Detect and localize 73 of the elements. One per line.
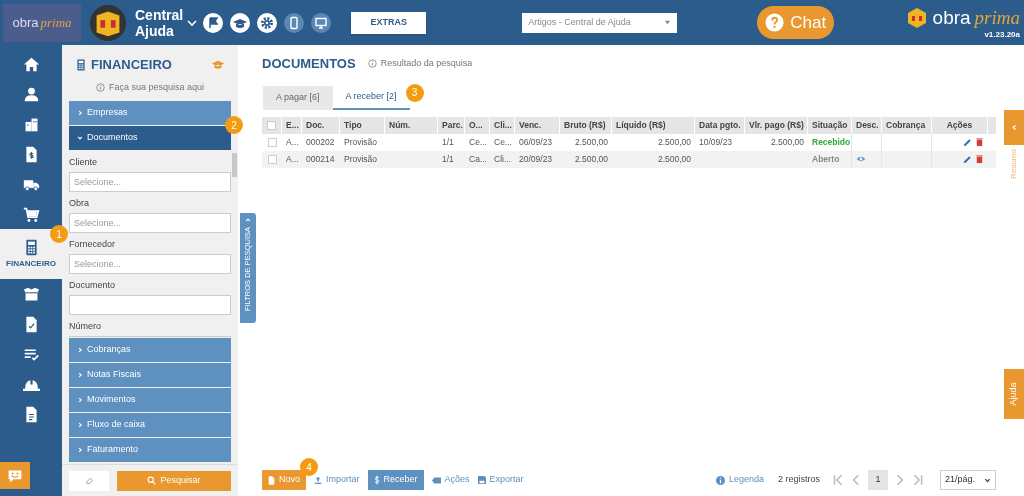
column-header[interactable]: Cobrança bbox=[882, 116, 932, 134]
column-header[interactable]: Data pgto. bbox=[695, 116, 745, 134]
hint-text: Faça sua pesquisa aqui bbox=[108, 80, 205, 94]
column-header[interactable]: Doc. bbox=[302, 116, 340, 134]
status-text: Recebido bbox=[812, 135, 851, 149]
table-cell: 2.500,00 bbox=[657, 135, 691, 149]
table-cell: 2.500,00 bbox=[574, 135, 608, 149]
legend-link[interactable]: Legenda bbox=[715, 473, 764, 487]
column-header[interactable]: Bruto (R$) bbox=[560, 116, 612, 134]
table-cell: 10/09/23 bbox=[699, 135, 733, 149]
export-link[interactable]: Exportar bbox=[477, 473, 524, 487]
company-name: Central bbox=[135, 6, 184, 23]
brand-text: obra bbox=[12, 13, 39, 32]
brand-text: prima bbox=[974, 5, 1020, 30]
table-cell: 1/1 bbox=[442, 135, 454, 149]
column-header[interactable]: Venc. bbox=[515, 116, 560, 134]
status-text: Aberto bbox=[812, 152, 840, 166]
side-tab-label: Resumo bbox=[1008, 149, 1019, 179]
table-cell: 2.500,00 bbox=[574, 152, 608, 166]
column-header[interactable]: Parc. bbox=[438, 116, 465, 134]
column-header[interactable]: Tipo bbox=[340, 116, 385, 134]
field-label: Documento bbox=[69, 279, 117, 291]
input-field[interactable]: Selecione... bbox=[69, 172, 231, 192]
table-cell: A... bbox=[286, 135, 299, 149]
table-cell: 000214 bbox=[306, 152, 335, 166]
column-header[interactable]: Desc. bbox=[852, 116, 882, 134]
brand-text: obra bbox=[932, 5, 971, 30]
table-cell: 20/09/23 bbox=[519, 152, 553, 166]
help-select[interactable]: Artigos - Central de Ajuda bbox=[522, 12, 678, 33]
field-label: Fornecedor bbox=[69, 238, 117, 250]
page-button[interactable]: 1 bbox=[868, 470, 888, 490]
input-field[interactable]: Selecione... bbox=[69, 213, 231, 233]
step-badge: 3 bbox=[405, 83, 424, 102]
import-link[interactable]: Importar bbox=[314, 473, 360, 487]
extras-button[interactable]: EXTRAS bbox=[351, 11, 427, 34]
table-cell: Ce... bbox=[469, 135, 487, 149]
actions-link[interactable]: Ações bbox=[431, 473, 470, 487]
table-cell: 06/09/23 bbox=[519, 135, 553, 149]
table-cell: Provisão bbox=[344, 135, 378, 149]
field-label: Cliente bbox=[69, 156, 98, 168]
step-badge: 4 bbox=[300, 458, 318, 476]
table-cell: 2.500,00 bbox=[770, 135, 804, 149]
table-cell: Provisão bbox=[344, 152, 378, 166]
version-label: v1.23.20a bbox=[984, 29, 1020, 42]
table-cell: Ce... bbox=[494, 135, 512, 149]
table-cell: A... bbox=[286, 152, 299, 166]
tab[interactable]: A pagar [6] bbox=[263, 85, 333, 110]
table-cell: 1/1 bbox=[442, 152, 454, 166]
column-header[interactable]: Ações bbox=[932, 116, 988, 134]
panel-title: FINANCEIRO bbox=[91, 56, 172, 74]
record-count: 2 registros bbox=[777, 473, 820, 487]
step-badge: 1 bbox=[50, 225, 68, 243]
table-cell: Cli... bbox=[494, 152, 511, 166]
hint-text: Resultado da pesquisa bbox=[380, 57, 473, 70]
column-header[interactable]: Cli... bbox=[490, 116, 515, 134]
page-title: DOCUMENTOS bbox=[262, 55, 356, 73]
table-cell: 2.500,00 bbox=[657, 152, 691, 166]
brand-text: prima bbox=[40, 13, 72, 32]
column-header[interactable]: Núm. bbox=[385, 116, 438, 134]
column-header[interactable]: Líquido (R$) bbox=[612, 116, 695, 134]
column-header[interactable]: E... bbox=[282, 116, 302, 134]
column-header[interactable]: Situação bbox=[808, 116, 852, 134]
table-cell: 000202 bbox=[306, 135, 335, 149]
input-field[interactable]: Selecione... bbox=[69, 254, 231, 274]
step-badge: 2 bbox=[225, 116, 243, 134]
field-label: Obra bbox=[69, 197, 90, 209]
column-header[interactable]: O... bbox=[465, 116, 490, 134]
column-header[interactable]: Vlr. pago (R$) bbox=[745, 116, 808, 134]
company-name: Ajuda bbox=[135, 22, 175, 39]
accordion-header[interactable]: Documentos bbox=[69, 126, 231, 150]
page-size-select[interactable]: 21/pág. bbox=[940, 470, 996, 490]
field-label: Número bbox=[69, 320, 102, 332]
table-cell: Ca... bbox=[469, 152, 487, 166]
